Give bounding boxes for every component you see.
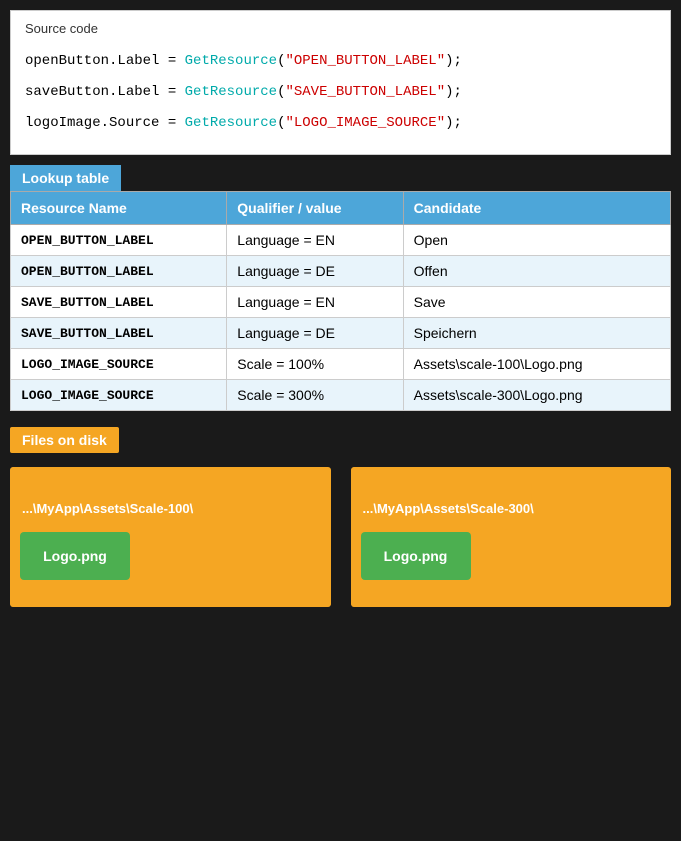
file-item: Logo.png [361,532,471,580]
code-arg-3: "LOGO_IMAGE_SOURCE" [285,115,445,131]
resource-name-cell: OPEN_BUTTON_LABEL [11,256,227,287]
candidate-cell: Assets\scale-300\Logo.png [403,380,670,411]
folder-shape: ...\MyApp\Assets\Scale-300\ Logo.png [351,467,672,607]
code-prefix-1: openButton.Label = [25,53,185,69]
resource-name-cell: OPEN_BUTTON_LABEL [11,225,227,256]
code-prefix-2: saveButton.Label = [25,84,185,100]
table-row: SAVE_BUTTON_LABELLanguage = ENSave [11,287,671,318]
file-item: Logo.png [20,532,130,580]
code-fn-3: GetResource [185,115,277,131]
folder-path: ...\MyApp\Assets\Scale-300\ [361,497,662,520]
code-fn-1: GetResource [185,53,277,69]
folder-container: ...\MyApp\Assets\Scale-300\ Logo.png [351,467,672,607]
code-line-2: saveButton.Label = GetResource("SAVE_BUT… [25,77,656,108]
resource-name-cell: SAVE_BUTTON_LABEL [11,287,227,318]
code-line-1: openButton.Label = GetResource("OPEN_BUT… [25,46,656,77]
code-line-3: logoImage.Source = GetResource("LOGO_IMA… [25,108,656,139]
qualifier-cell: Language = EN [227,287,403,318]
lookup-section: Lookup table Resource Name Qualifier / v… [10,165,671,411]
candidate-cell: Offen [403,256,670,287]
qualifier-cell: Scale = 100% [227,349,403,380]
folder-body: ...\MyApp\Assets\Scale-300\ Logo.png [351,487,672,607]
table-row: LOGO_IMAGE_SOURCEScale = 100%Assets\scal… [11,349,671,380]
folder-body: ...\MyApp\Assets\Scale-100\ Logo.png [10,487,331,607]
lookup-table-label: Lookup table [10,165,121,191]
code-prefix-3: logoImage.Source = [25,115,185,131]
code-paren-close-1: ); [445,53,462,69]
code-fn-2: GetResource [185,84,277,100]
candidate-cell: Open [403,225,670,256]
resource-name-cell: SAVE_BUTTON_LABEL [11,318,227,349]
code-block: openButton.Label = GetResource("OPEN_BUT… [25,46,656,138]
table-row: LOGO_IMAGE_SOURCEScale = 300%Assets\scal… [11,380,671,411]
source-code-title: Source code [25,21,656,36]
code-arg-1: "OPEN_BUTTON_LABEL" [285,53,445,69]
folder-path: ...\MyApp\Assets\Scale-100\ [20,497,321,520]
table-row: SAVE_BUTTON_LABELLanguage = DESpeichern [11,318,671,349]
col-header-qualifier: Qualifier / value [227,192,403,225]
qualifier-cell: Scale = 300% [227,380,403,411]
table-header-row: Resource Name Qualifier / value Candidat… [11,192,671,225]
folder-tab [351,467,543,487]
lookup-table: Resource Name Qualifier / value Candidat… [10,191,671,411]
resource-name-cell: LOGO_IMAGE_SOURCE [11,380,227,411]
code-paren-close-2: ); [445,84,462,100]
files-section: Files on disk ...\MyApp\Assets\Scale-100… [10,427,671,607]
qualifier-cell: Language = EN [227,225,403,256]
source-code-section: Source code openButton.Label = GetResour… [10,10,671,155]
resource-name-cell: LOGO_IMAGE_SOURCE [11,349,227,380]
folder-shape: ...\MyApp\Assets\Scale-100\ Logo.png [10,467,331,607]
qualifier-cell: Language = DE [227,256,403,287]
folder-container: ...\MyApp\Assets\Scale-100\ Logo.png [10,467,331,607]
folder-tab [10,467,202,487]
candidate-cell: Speichern [403,318,670,349]
col-header-resource-name: Resource Name [11,192,227,225]
table-row: OPEN_BUTTON_LABELLanguage = DEOffen [11,256,671,287]
table-row: OPEN_BUTTON_LABELLanguage = ENOpen [11,225,671,256]
col-header-candidate: Candidate [403,192,670,225]
candidate-cell: Save [403,287,670,318]
folders-row: ...\MyApp\Assets\Scale-100\ Logo.png ...… [10,467,671,607]
candidate-cell: Assets\scale-100\Logo.png [403,349,670,380]
qualifier-cell: Language = DE [227,318,403,349]
code-arg-2: "SAVE_BUTTON_LABEL" [285,84,445,100]
code-paren-close-3: ); [445,115,462,131]
files-on-disk-label: Files on disk [10,427,119,453]
